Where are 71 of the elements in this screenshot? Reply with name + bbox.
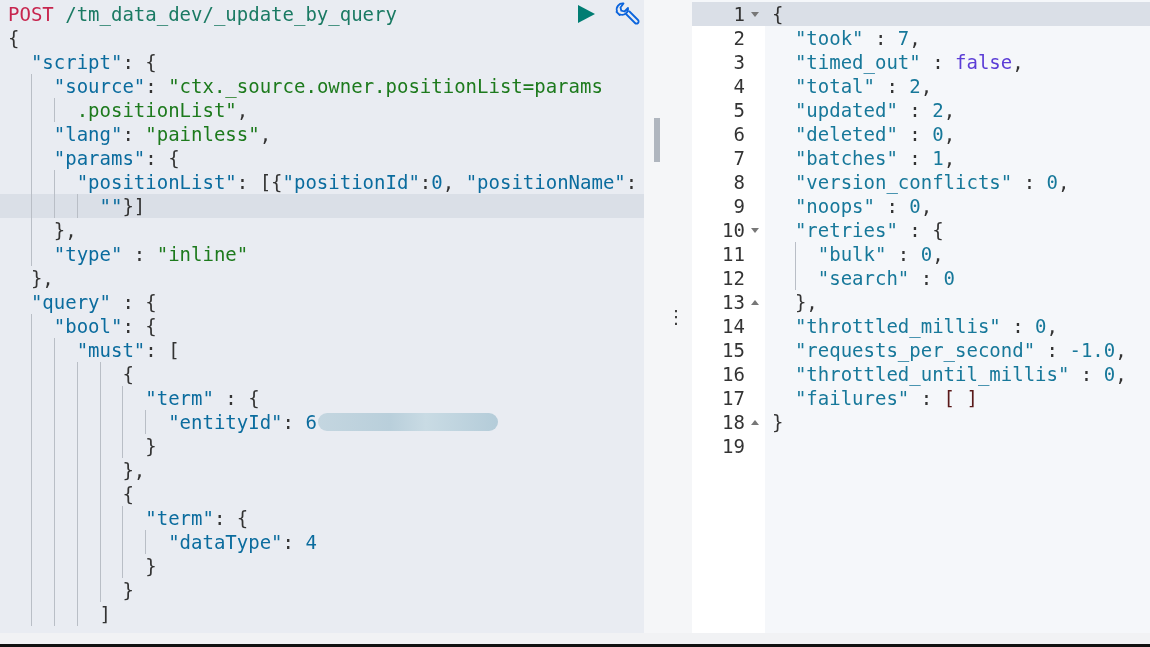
line-number: 9 <box>733 194 745 218</box>
code-line: }, <box>793 290 818 314</box>
line-number: 18 <box>722 410 745 434</box>
line-number: 1 <box>733 2 745 26</box>
code-line: }, <box>121 458 146 482</box>
code-line: "entityId": 6 <box>167 410 317 434</box>
code-line: "lang": "painless", <box>52 122 272 146</box>
code-line: "total" : 2, <box>793 74 933 98</box>
code-line: "deleted" : 0, <box>793 122 956 146</box>
code-line: } <box>121 578 134 602</box>
code-line: "version_conflicts" : 0, <box>793 170 1070 194</box>
line-number: 15 <box>722 338 745 362</box>
line-number: 4 <box>733 74 745 98</box>
line-number: 17 <box>722 386 745 410</box>
line-number: 6 <box>733 122 745 146</box>
code-line: "took" : 7, <box>793 26 921 50</box>
code-line: "failures" : [ ] <box>793 386 978 410</box>
play-icon[interactable] <box>576 4 596 24</box>
wrench-icon[interactable] <box>614 1 640 27</box>
code-line: { <box>8 26 20 50</box>
line-number: 19 <box>722 434 745 458</box>
code-line: "query" : { <box>29 290 157 314</box>
code-line: "throttled_millis" : 0, <box>793 314 1058 338</box>
code-line: "timed_out" : false, <box>793 50 1024 74</box>
code-line: ""}] <box>98 194 146 218</box>
line-number: 13 <box>722 290 745 314</box>
code-line: "dataType": 4 <box>167 530 317 554</box>
code-line: "requests_per_second" : -1.0, <box>793 338 1127 362</box>
caret-down-icon[interactable] <box>750 9 760 19</box>
line-number: 11 <box>722 242 745 266</box>
code-line: "type" : "inline" <box>52 242 249 266</box>
code-line: "search" : 0 <box>816 266 956 290</box>
line-number: 8 <box>733 170 745 194</box>
code-line: }, <box>29 266 54 290</box>
line-number: 16 <box>722 362 745 386</box>
code-line: }, <box>52 218 77 242</box>
request-method: POST <box>8 3 54 25</box>
code-line: "term": { <box>144 506 249 530</box>
caret-down-icon[interactable] <box>750 225 760 235</box>
code-line: } <box>772 410 784 434</box>
line-number: 14 <box>722 314 745 338</box>
code-line: } <box>144 434 157 458</box>
code-line: "positionList": [{"positionId":0, "positionName": <box>75 170 638 194</box>
line-number: 3 <box>733 50 745 74</box>
code-line: { <box>121 362 134 386</box>
code-line: { <box>772 2 784 26</box>
code-line: "term" : { <box>144 386 260 410</box>
resize-handle[interactable]: ⋮ <box>667 306 685 327</box>
line-number: 12 <box>722 266 745 290</box>
code-line: .positionList", <box>75 98 249 122</box>
code-line: "source": "ctx._source.owner.positionList=params <box>52 74 603 98</box>
code-line: "bulk" : 0, <box>816 242 944 266</box>
code-line: ] <box>98 602 111 626</box>
code-line: "retries" : { <box>793 218 944 242</box>
code-line: "noops" : 0, <box>793 194 933 218</box>
line-number: 2 <box>733 26 745 50</box>
line-number: 7 <box>733 146 745 170</box>
code-line: "script": { <box>29 50 157 74</box>
code-line: "updated" : 2, <box>793 98 956 122</box>
code-line: "bool": { <box>52 314 157 338</box>
code-line: "params": { <box>52 146 180 170</box>
code-line: "batches" : 1, <box>793 146 956 170</box>
code-line: "throttled_until_millis" : 0, <box>793 362 1127 386</box>
line-number: 10 <box>722 218 745 242</box>
code-line: "must": [ <box>75 338 180 362</box>
request-editor[interactable] <box>0 0 644 633</box>
line-number: 5 <box>733 98 745 122</box>
scrollbar-thumb[interactable] <box>654 118 660 162</box>
code-line: { <box>121 482 134 506</box>
code-line: } <box>144 554 157 578</box>
request-url: /tm_data_dev/_update_by_query <box>64 3 397 25</box>
